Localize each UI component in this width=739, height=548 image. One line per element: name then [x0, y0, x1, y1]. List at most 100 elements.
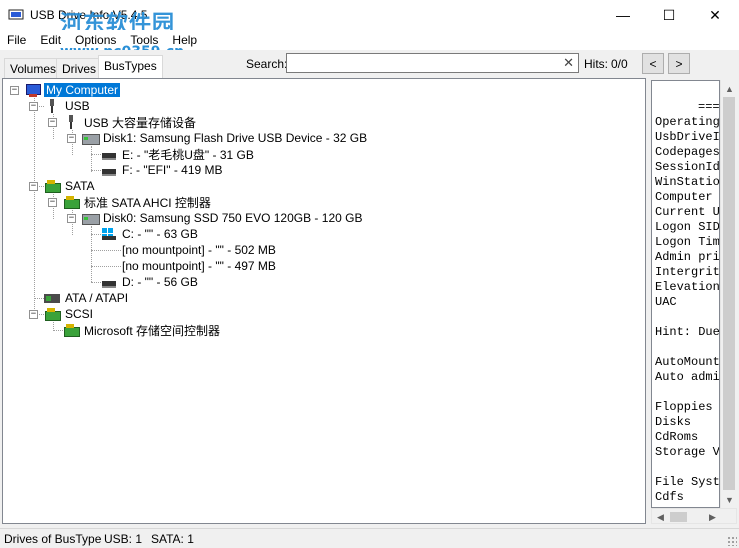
collapse-toggle[interactable]: −	[48, 198, 57, 207]
hits-counter: 0/0	[611, 57, 628, 71]
tree-node-volume-d[interactable]: D: - "" - 56 GB	[101, 274, 200, 290]
tree-connector	[91, 146, 92, 172]
previous-hit-button[interactable]: <	[642, 53, 664, 74]
search-input[interactable]: ✕	[286, 53, 579, 73]
info-line: UAC	[655, 295, 677, 309]
tree-connector	[34, 98, 35, 319]
usb-plug-icon	[63, 114, 79, 130]
search-label: Search:	[246, 57, 288, 71]
collapse-toggle[interactable]: −	[29, 310, 38, 319]
tree-node-label: Disk1: Samsung Flash Drive USB Device - …	[103, 131, 368, 145]
tree-node-label: D: - "" - 56 GB	[122, 275, 198, 289]
tree-connector	[91, 250, 121, 251]
scroll-thumb[interactable]	[723, 97, 735, 490]
tree-node-ata-bus[interactable]: ATA / ATAPI	[44, 290, 130, 306]
tree-node-sata-controller[interactable]: 标准 SATA AHCI 控制器	[63, 194, 213, 210]
info-line: Elevation	[655, 280, 720, 294]
collapse-toggle[interactable]: −	[48, 118, 57, 127]
controller-chip-icon	[44, 306, 61, 322]
clear-search-icon[interactable]: ✕	[563, 55, 574, 71]
info-line: Floppies	[655, 400, 713, 414]
chevron-right-icon: >	[675, 56, 683, 71]
tree-node-scsi-bus[interactable]: SCSI	[44, 306, 95, 322]
info-line: CdRoms	[655, 430, 699, 444]
info-line: Auto admi	[655, 370, 720, 384]
info-horizontal-scrollbar[interactable]: ◀ ▶	[651, 508, 737, 524]
scroll-down-icon[interactable]: ▼	[721, 491, 738, 508]
maximize-icon: ☐	[662, 6, 676, 23]
minimize-icon: —	[616, 7, 630, 23]
tab-volumes[interactable]: Volumes	[4, 58, 63, 78]
tree-node-no-mountpoint-2[interactable]: [no mountpoint] - "" - 497 MB	[120, 258, 278, 274]
info-line: Storage V	[655, 445, 720, 459]
info-line: UsbDriveI	[655, 130, 720, 144]
info-line: AutoMount	[655, 355, 720, 369]
next-hit-button[interactable]: >	[668, 53, 690, 74]
tab-bustypes[interactable]: BusTypes	[98, 55, 163, 78]
tree-node-my-computer[interactable]: My Computer	[25, 82, 121, 98]
scroll-thumb[interactable]	[670, 512, 687, 522]
tree-connector	[34, 298, 44, 299]
info-line: Cdfs	[655, 490, 684, 504]
tree-node-usb-disk[interactable]: Disk1: Samsung Flash Drive USB Device - …	[82, 130, 369, 146]
bustype-tree[interactable]: − − − − − − − − My Computer USB USB 大容量存…	[2, 78, 646, 524]
controller-chip-icon	[63, 322, 80, 338]
hits-label: Hits:	[584, 57, 608, 71]
tree-node-volume-e[interactable]: E: - "老毛桃U盘" - 31 GB	[101, 146, 256, 162]
tree-node-volume-f[interactable]: F: - "EFI" - 419 MB	[101, 162, 225, 178]
collapse-toggle[interactable]: −	[29, 182, 38, 191]
tree-node-sata-disk[interactable]: Disk0: Samsung SSD 750 EVO 120GB - 120 G…	[82, 210, 364, 226]
collapse-toggle[interactable]: −	[10, 86, 19, 95]
tree-node-scsi-controller[interactable]: Microsoft 存储空间控制器	[63, 322, 222, 338]
title-bar: USB Drive Info V5.4.5 河东软件园 — ☐ ✕	[0, 0, 739, 37]
collapse-toggle[interactable]: −	[67, 134, 76, 143]
controller-chip-icon	[63, 194, 80, 210]
info-line: SessionId	[655, 160, 720, 174]
tree-node-label: SATA	[65, 179, 95, 193]
scroll-left-icon[interactable]: ◀	[652, 509, 669, 525]
tree-node-label: E: - "老毛桃U盘" - 31 GB	[122, 147, 254, 162]
scroll-right-icon[interactable]: ▶	[704, 509, 721, 525]
menu-file[interactable]: File	[0, 30, 33, 50]
info-line: Disks	[655, 415, 692, 429]
tree-node-label: USB	[65, 99, 90, 113]
resize-grip-icon[interactable]	[727, 536, 737, 546]
info-line: Computer	[655, 190, 713, 204]
chevron-left-icon: <	[649, 56, 657, 71]
ata-controller-icon	[44, 290, 60, 306]
info-line: Operating	[655, 115, 720, 129]
controller-chip-icon	[44, 178, 61, 194]
maximize-button[interactable]: ☐	[646, 0, 692, 30]
tree-node-sata-bus[interactable]: SATA	[44, 178, 97, 194]
tree-node-label: [no mountpoint] - "" - 497 MB	[122, 259, 276, 273]
volume-icon	[101, 162, 117, 178]
status-sata-count: SATA: 1	[151, 532, 194, 546]
tree-node-no-mountpoint-1[interactable]: [no mountpoint] - "" - 502 MB	[120, 242, 278, 258]
tree-node-volume-c[interactable]: C: - "" - 63 GB	[101, 226, 200, 242]
info-line: WinStatio	[655, 175, 720, 189]
tree-node-usb-bus[interactable]: USB	[44, 98, 92, 114]
info-line: Hint: Due	[655, 325, 720, 339]
minimize-button[interactable]: —	[600, 0, 646, 30]
info-text-panel[interactable]: === Operating UsbDriveI Codepages Sessio…	[651, 80, 720, 508]
info-line: Intergrit	[655, 265, 720, 279]
tree-node-usb-controller[interactable]: USB 大容量存储设备	[63, 114, 198, 130]
windows-volume-icon	[101, 226, 117, 242]
info-line: ===	[698, 100, 720, 114]
info-line: Admin pri	[655, 250, 720, 264]
tree-node-label: [no mountpoint] - "" - 502 MB	[122, 243, 276, 257]
close-button[interactable]: ✕	[692, 0, 738, 30]
tree-node-label: Disk0: Samsung SSD 750 EVO 120GB - 120 G…	[103, 211, 363, 225]
tab-search-row: Volumes Drives BusTypes Search: ✕ Hits: …	[0, 50, 739, 78]
tree-connector	[91, 266, 121, 267]
tree-node-label: ATA / ATAPI	[65, 291, 129, 305]
tab-drives[interactable]: Drives	[56, 58, 103, 78]
tree-node-label: SCSI	[65, 307, 94, 321]
usb-drive-app-icon	[8, 8, 24, 22]
info-vertical-scrollbar[interactable]: ▲ ▼	[720, 80, 737, 508]
computer-icon	[25, 82, 41, 98]
scroll-up-icon[interactable]: ▲	[721, 80, 738, 97]
collapse-toggle[interactable]: −	[29, 102, 38, 111]
status-usb-count: USB: 1	[104, 532, 143, 546]
collapse-toggle[interactable]: −	[67, 214, 76, 223]
